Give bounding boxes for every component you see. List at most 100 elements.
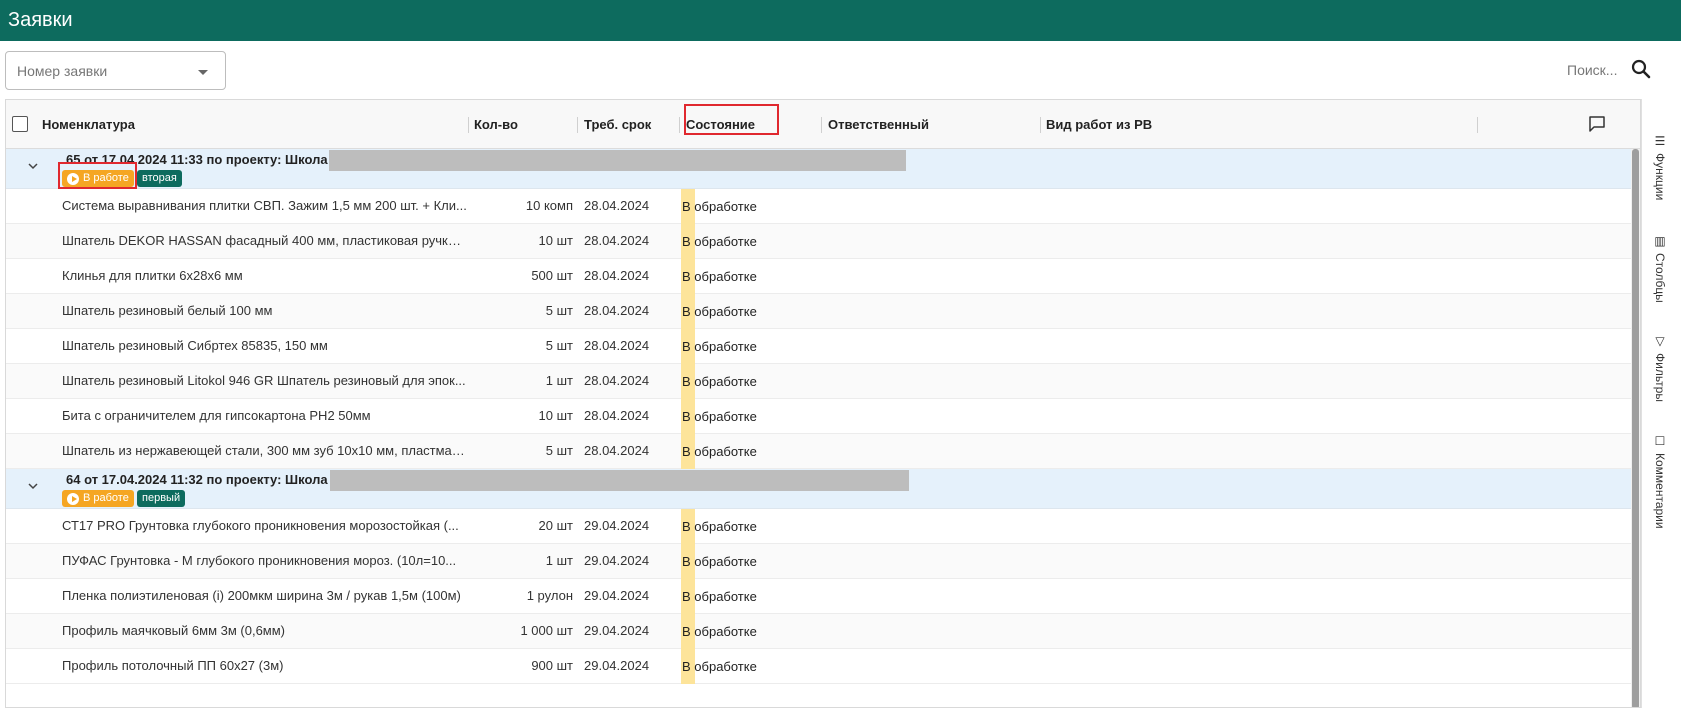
grid-body: 65 от 17.04.2024 11:33 по проекту: Школа… bbox=[6, 149, 1631, 707]
cell-state: В обработке bbox=[682, 519, 757, 534]
select-all-checkbox[interactable] bbox=[12, 116, 28, 132]
table-row[interactable]: Шпатель резиновый Litokol 946 GR Шпатель… bbox=[6, 364, 1631, 399]
cell-deadline: 29.04.2024 bbox=[584, 518, 650, 533]
filter-icon: ▽ bbox=[1653, 334, 1667, 348]
group-row[interactable]: 65 от 17.04.2024 11:33 по проекту: Школа… bbox=[6, 149, 1631, 189]
table-row[interactable]: Шпатель резиновый белый 100 мм 5 шт 28.0… bbox=[6, 294, 1631, 329]
side-tab-functions[interactable]: ☰ Функции bbox=[1653, 134, 1667, 200]
request-number-select[interactable]: Номер заявки bbox=[5, 51, 226, 90]
cell-qty: 900 шт bbox=[531, 658, 573, 673]
cell-qty: 10 шт bbox=[538, 233, 573, 248]
side-panel: ☰ Функции ▥ Столбцы ▽ Фильтры ☐ Комментарии bbox=[1641, 99, 1681, 708]
side-tab-label: Функции bbox=[1653, 153, 1667, 201]
table-row[interactable]: Профиль маячковый 6мм 3м (0,6мм) 1 000 ш… bbox=[6, 614, 1631, 649]
cell-qty: 1 рулон bbox=[526, 588, 573, 603]
cell-state: В обработке bbox=[682, 339, 757, 354]
column-header-qty[interactable]: Кол-во bbox=[474, 117, 518, 132]
cell-state: В обработке bbox=[682, 589, 757, 604]
play-icon bbox=[67, 492, 79, 505]
scrollbar-thumb[interactable] bbox=[1632, 149, 1639, 707]
highlight-box-status bbox=[58, 162, 137, 189]
tag-badge: первый bbox=[137, 490, 186, 507]
cell-state: В обработке bbox=[682, 409, 757, 424]
cell-deadline: 29.04.2024 bbox=[584, 658, 650, 673]
side-tab-comments[interactable]: ☐ Комментарии bbox=[1653, 434, 1667, 529]
search-input[interactable]: Поиск... bbox=[1567, 62, 1617, 78]
table-row[interactable]: Пленка полиэтиленовая (i) 200мкм ширина … bbox=[6, 579, 1631, 614]
table-row[interactable]: Шпатель DEKOR HASSAN фасадный 400 мм, пл… bbox=[6, 224, 1631, 259]
column-separator[interactable] bbox=[679, 117, 680, 133]
cell-nomenclature: Клинья для плитки 6x28x6 мм bbox=[62, 268, 243, 283]
column-header-nomenclature[interactable]: Номенклатура bbox=[42, 117, 135, 132]
comment-icon[interactable] bbox=[1588, 115, 1606, 133]
table-row[interactable]: Шпатель из нержавеющей стали, 300 мм зуб… bbox=[6, 434, 1631, 469]
request-number-placeholder: Номер заявки bbox=[17, 63, 108, 79]
columns-icon: ▥ bbox=[1653, 234, 1667, 248]
cell-state: В обработке bbox=[682, 269, 757, 284]
cell-nomenclature: Система выравнивания плитки СВП. Зажим 1… bbox=[62, 198, 467, 213]
column-separator[interactable] bbox=[1040, 117, 1041, 133]
table-row[interactable]: ПУФАС Грунтовка - М глубокого проникнове… bbox=[6, 544, 1631, 579]
table-row[interactable]: Бита с ограничителем для гипсокартона PH… bbox=[6, 399, 1631, 434]
search-icon[interactable] bbox=[1629, 57, 1653, 81]
cell-state: В обработке bbox=[682, 554, 757, 569]
cell-state: В обработке bbox=[682, 659, 757, 674]
status-badge: В работе bbox=[62, 490, 134, 507]
cell-nomenclature: Шпатель DEKOR HASSAN фасадный 400 мм, пл… bbox=[62, 233, 467, 248]
cell-qty: 1 шт bbox=[545, 553, 573, 568]
cell-deadline: 28.04.2024 bbox=[584, 268, 650, 283]
cell-nomenclature: ПУФАС Грунтовка - М глубокого проникнове… bbox=[62, 553, 457, 568]
column-separator[interactable] bbox=[821, 117, 822, 133]
vertical-scrollbar[interactable] bbox=[1631, 149, 1640, 707]
cell-deadline: 28.04.2024 bbox=[584, 443, 650, 458]
cell-deadline: 29.04.2024 bbox=[584, 588, 650, 603]
chevron-down-icon[interactable] bbox=[26, 479, 40, 493]
column-separator[interactable] bbox=[468, 117, 469, 133]
cell-state: В обработке bbox=[682, 199, 757, 214]
group-row[interactable]: 64 от 17.04.2024 11:32 по проекту: Школа… bbox=[6, 469, 1631, 509]
table-row[interactable]: СТ17 PRO Грунтовка глубокого проникновен… bbox=[6, 509, 1631, 544]
cell-state: В обработке bbox=[682, 624, 757, 639]
cell-deadline: 28.04.2024 bbox=[584, 303, 650, 318]
side-tab-filters[interactable]: ▽ Фильтры bbox=[1653, 334, 1667, 402]
column-separator[interactable] bbox=[577, 117, 578, 133]
cell-nomenclature: Профиль маячковый 6мм 3м (0,6мм) bbox=[62, 623, 285, 638]
cell-qty: 10 шт bbox=[538, 408, 573, 423]
side-tab-columns[interactable]: ▥ Столбцы bbox=[1653, 234, 1667, 303]
cell-deadline: 28.04.2024 bbox=[584, 338, 650, 353]
cell-state: В обработке bbox=[682, 234, 757, 249]
cell-nomenclature: Шпатель резиновый Litokol 946 GR Шпатель… bbox=[62, 373, 466, 388]
group-title: 64 от 17.04.2024 11:32 по проекту: Школа bbox=[66, 472, 328, 487]
column-header-work-type[interactable]: Вид работ из РВ bbox=[1046, 117, 1152, 132]
cell-qty: 5 шт bbox=[545, 443, 573, 458]
cell-deadline: 28.04.2024 bbox=[584, 233, 650, 248]
page-title: Заявки bbox=[8, 9, 73, 31]
toolbar: Номер заявки Поиск... bbox=[0, 41, 1681, 99]
grid-header: Номенклатура Кол-во Треб. срок Состояние… bbox=[6, 100, 1640, 149]
cell-qty: 1 000 шт bbox=[520, 623, 573, 638]
table-row[interactable]: Профиль потолочный ПП 60x27 (3м) 900 шт … bbox=[6, 649, 1631, 684]
menu-icon: ☰ bbox=[1653, 134, 1667, 148]
status-badge-label: В работе bbox=[83, 492, 129, 504]
redacted-block bbox=[329, 150, 906, 171]
chevron-down-icon[interactable] bbox=[26, 159, 40, 173]
cell-deadline: 29.04.2024 bbox=[584, 623, 650, 638]
cell-nomenclature: Профиль потолочный ПП 60x27 (3м) bbox=[62, 658, 284, 673]
cell-qty: 10 комп bbox=[525, 198, 573, 213]
comment-icon: ☐ bbox=[1653, 434, 1667, 448]
column-header-deadline[interactable]: Треб. срок bbox=[584, 117, 651, 132]
cell-deadline: 28.04.2024 bbox=[584, 408, 650, 423]
column-header-responsible[interactable]: Ответственный bbox=[828, 117, 929, 132]
cell-nomenclature: Шпатель резиновый белый 100 мм bbox=[62, 303, 273, 318]
table-row[interactable]: Шпатель резиновый Сибртех 85835, 150 мм … bbox=[6, 329, 1631, 364]
app-header: Заявки bbox=[0, 0, 1681, 41]
cell-state: В обработке bbox=[682, 304, 757, 319]
cell-qty: 20 шт bbox=[538, 518, 573, 533]
table-row[interactable]: Система выравнивания плитки СВП. Зажим 1… bbox=[6, 189, 1631, 224]
cell-qty: 1 шт bbox=[545, 373, 573, 388]
cell-nomenclature: Бита с ограничителем для гипсокартона PH… bbox=[62, 408, 371, 423]
column-separator[interactable] bbox=[1477, 117, 1478, 133]
table-row[interactable]: Клинья для плитки 6x28x6 мм 500 шт 28.04… bbox=[6, 259, 1631, 294]
cell-state: В обработке bbox=[682, 374, 757, 389]
side-tab-label: Столбцы bbox=[1653, 253, 1667, 303]
